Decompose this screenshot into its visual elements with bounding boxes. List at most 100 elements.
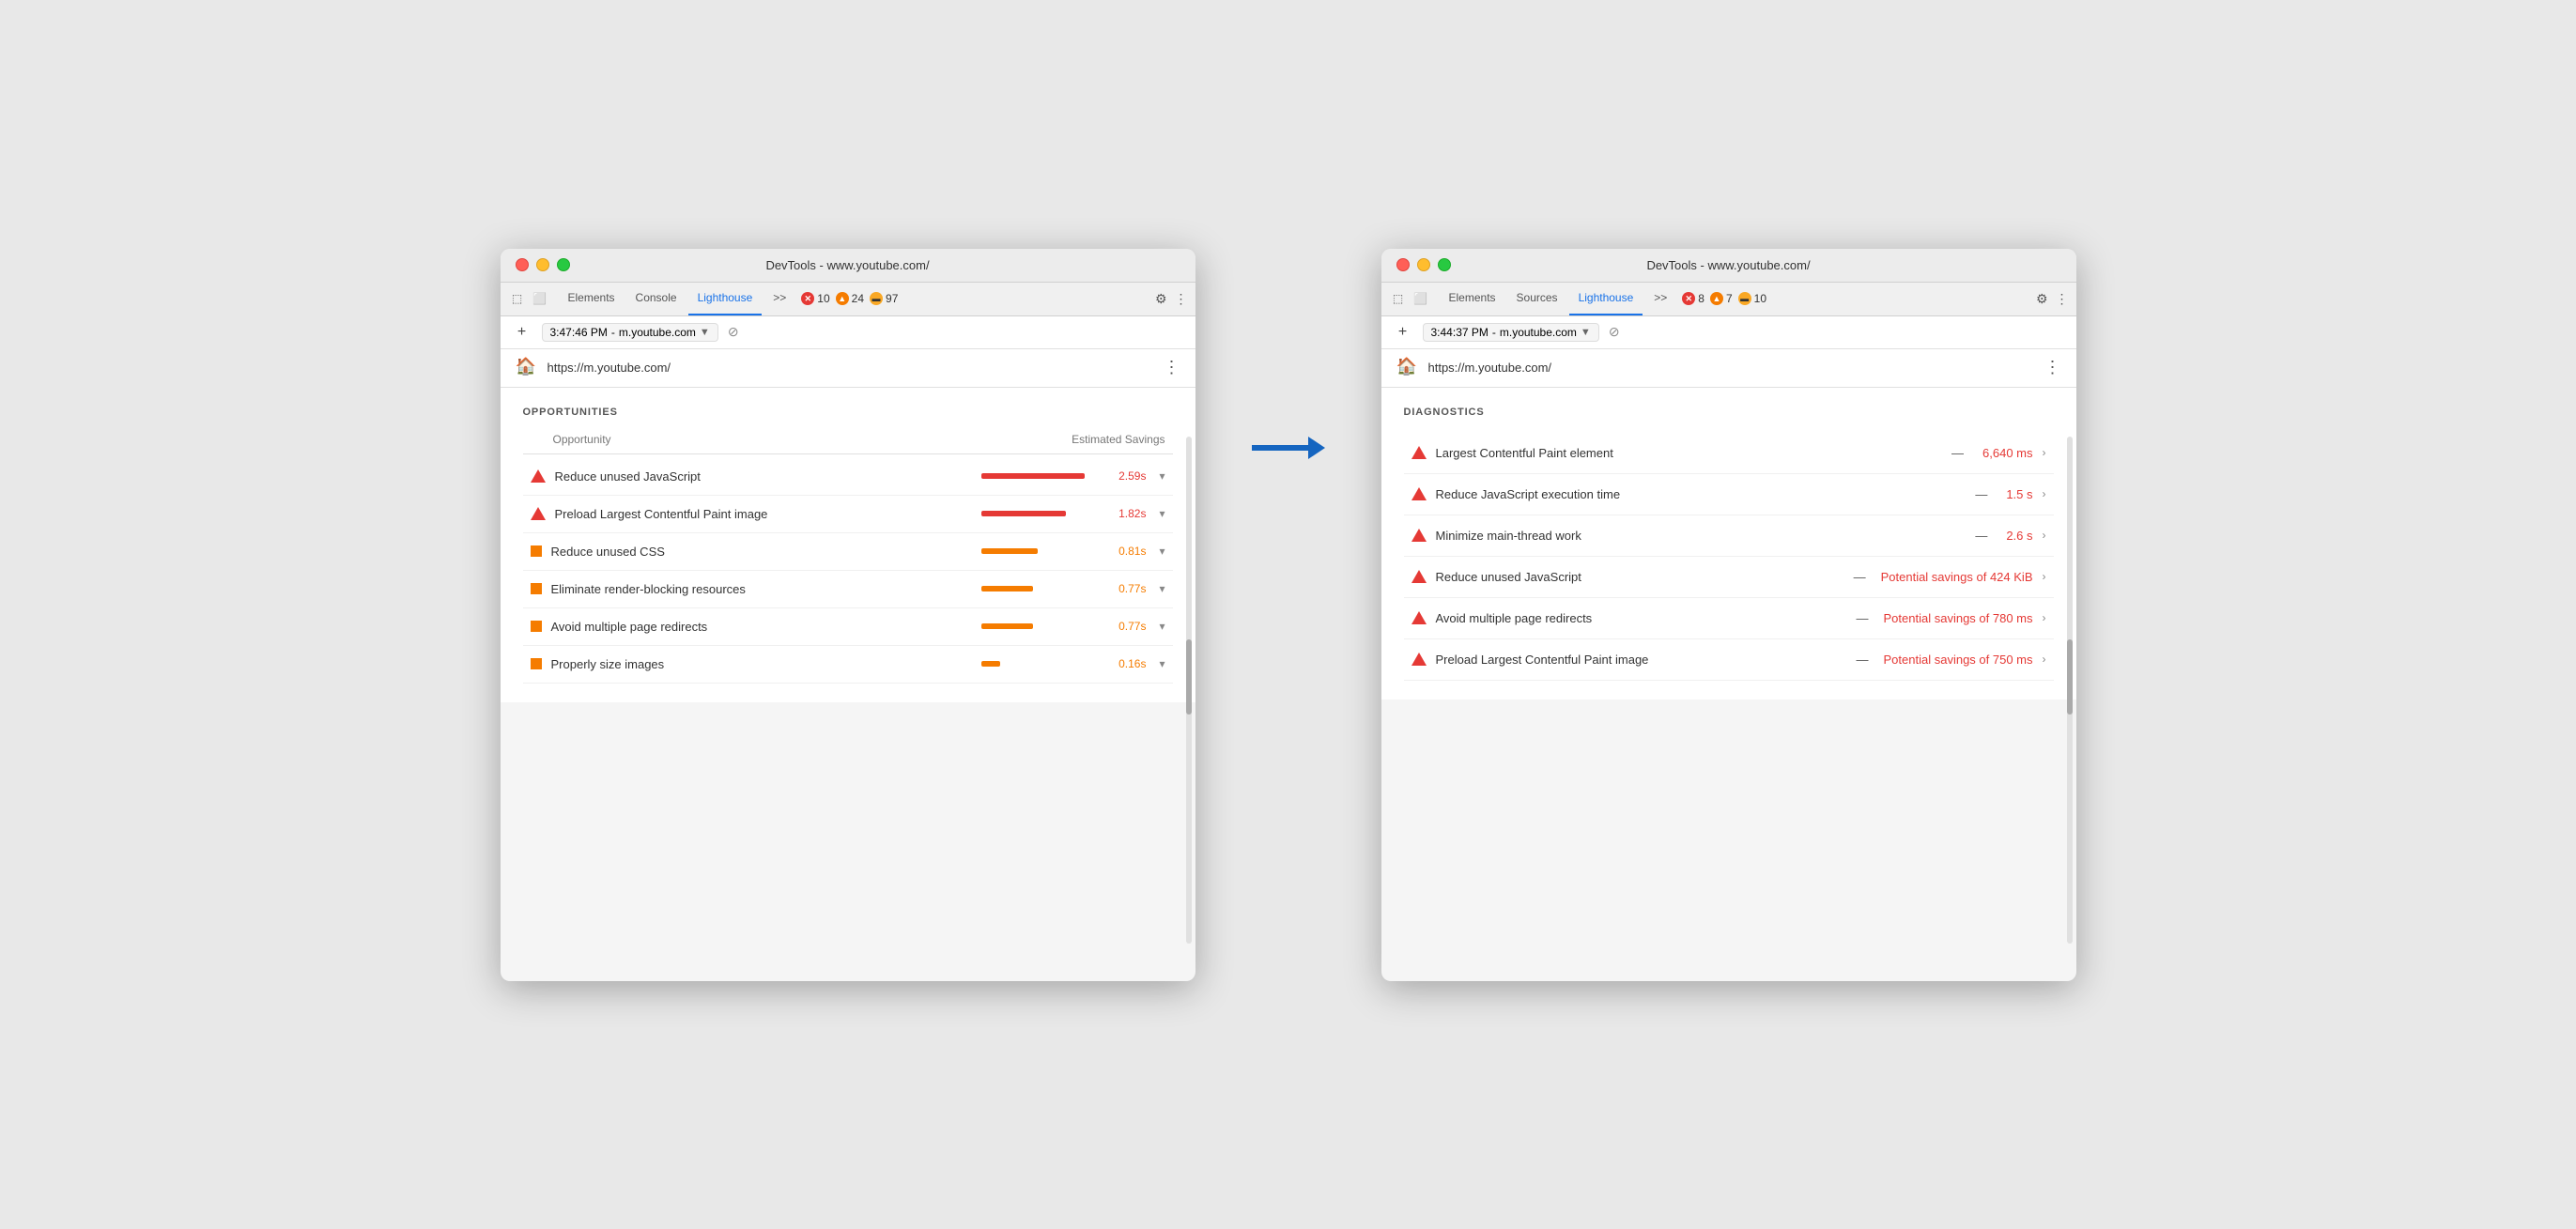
diag-row-1: Largest Contentful Paint element — 6,640… [1404, 433, 2054, 474]
diag-name-5: Avoid multiple page redirects [1436, 611, 1842, 625]
url-dropdown-right[interactable]: 3:44:37 PM - m.youtube.com ▼ [1423, 323, 1599, 342]
minimize-button-left[interactable] [536, 258, 549, 271]
diag-chevron-1[interactable]: › [2043, 446, 2046, 459]
savings-bar-2 [981, 511, 1066, 516]
orange-square-icon-5 [531, 621, 542, 632]
title-bar-left: DevTools - www.youtube.com/ [501, 249, 1195, 283]
scrollbar-right[interactable] [2067, 437, 2073, 944]
no-symbol-right[interactable]: ⊘ [1609, 324, 1620, 340]
bar-container-2 [981, 511, 1094, 516]
diag-value-2: 1.5 s [2006, 487, 2032, 501]
content-left: OPPORTUNITIES Opportunity Estimated Savi… [501, 388, 1195, 702]
add-button-right[interactable]: + [1393, 322, 1413, 343]
diag-savings-4: Potential savings of 424 KiB [1881, 570, 2033, 584]
orange-square-icon-4 [531, 583, 542, 594]
opp-savings-3: 0.81s [1103, 545, 1146, 558]
opp-name-6: Properly size images [551, 657, 973, 671]
scrollbar-left[interactable] [1186, 437, 1192, 944]
opp-savings-4: 0.77s [1103, 582, 1146, 595]
badge-errors-right: ✕ 8 [1682, 292, 1704, 305]
diag-name-1: Largest Contentful Paint element [1436, 446, 1937, 460]
cursor-icon-right[interactable]: ⬚ [1389, 289, 1408, 308]
cursor-icon[interactable]: ⬚ [508, 289, 527, 308]
red-triangle-icon-1 [531, 469, 546, 483]
col-opportunity: Opportunity [553, 433, 611, 446]
tab-elements-right[interactable]: Elements [1440, 283, 1505, 315]
column-headers-left: Opportunity Estimated Savings [523, 433, 1173, 454]
diag-savings-6: Potential savings of 750 ms [1884, 653, 2033, 667]
minimize-button-right[interactable] [1417, 258, 1430, 271]
chevron-5[interactable]: ▾ [1159, 620, 1165, 633]
diag-red-triangle-1 [1411, 446, 1427, 459]
bar-container-6 [981, 661, 1094, 667]
scrollbar-thumb-right[interactable] [2067, 639, 2073, 714]
opp-row-4: Eliminate render-blocking resources 0.77… [523, 571, 1173, 608]
error-icon-right: ✕ [1682, 292, 1695, 305]
badge-info-right: ▬ 10 [1738, 292, 1766, 305]
savings-bar-3 [981, 548, 1038, 554]
url-row-left: 🏠 https://m.youtube.com/ ⋮ [501, 349, 1195, 388]
tab-more-right[interactable]: >> [1644, 283, 1676, 315]
tab-sources-right[interactable]: Sources [1507, 283, 1567, 315]
chevron-1[interactable]: ▾ [1159, 469, 1165, 483]
diag-row-6: Preload Largest Contentful Paint image —… [1404, 639, 2054, 681]
maximize-button-right[interactable] [1438, 258, 1451, 271]
toolbar-right: + 3:44:37 PM - m.youtube.com ▼ ⊘ [1381, 316, 2076, 349]
opp-name-2: Preload Largest Contentful Paint image [555, 507, 973, 521]
badge-group-left: ✕ 10 ▲ 24 ▬ 97 [801, 292, 898, 305]
chevron-2[interactable]: ▾ [1159, 507, 1165, 520]
diag-value-1: 6,640 ms [1982, 446, 2032, 460]
chevron-4[interactable]: ▾ [1159, 582, 1165, 595]
opp-name-5: Avoid multiple page redirects [551, 620, 973, 634]
diag-row-2: Reduce JavaScript execution time — 1.5 s… [1404, 474, 2054, 515]
tab-bar-right-right: ⚙ ⋮ [2036, 291, 2069, 307]
more-menu-icon-right[interactable]: ⋮ [2056, 291, 2069, 307]
tab-elements-left[interactable]: Elements [559, 283, 625, 315]
opp-name-3: Reduce unused CSS [551, 545, 973, 559]
opp-row-1: Reduce unused JavaScript 2.59s ▾ [523, 458, 1173, 496]
url-more-btn-right[interactable]: ⋮ [2044, 358, 2061, 377]
device-icon-right[interactable]: ⬜ [1411, 289, 1430, 308]
diag-chevron-3[interactable]: › [2043, 529, 2046, 542]
opp-savings-1: 2.59s [1103, 469, 1146, 483]
chevron-3[interactable]: ▾ [1159, 545, 1165, 558]
diag-row-5: Avoid multiple page redirects — Potentia… [1404, 598, 2054, 639]
info-icon-right: ▬ [1738, 292, 1751, 305]
chevron-6[interactable]: ▾ [1159, 657, 1165, 670]
tab-more-left[interactable]: >> [764, 283, 795, 315]
close-button-right[interactable] [1396, 258, 1410, 271]
tab-lighthouse-right[interactable]: Lighthouse [1569, 283, 1643, 315]
url-dropdown-left[interactable]: 3:47:46 PM - m.youtube.com ▼ [542, 323, 718, 342]
opp-savings-5: 0.77s [1103, 620, 1146, 633]
add-button-left[interactable]: + [512, 322, 532, 343]
diag-red-triangle-2 [1411, 487, 1427, 500]
diag-name-2: Reduce JavaScript execution time [1436, 487, 1961, 501]
opp-name-1: Reduce unused JavaScript [555, 469, 973, 484]
bar-container-5 [981, 623, 1094, 629]
traffic-lights-right [1396, 258, 1451, 271]
diag-chevron-2[interactable]: › [2043, 487, 2046, 500]
url-row-right: 🏠 https://m.youtube.com/ ⋮ [1381, 349, 2076, 388]
diag-chevron-5[interactable]: › [2043, 611, 2046, 624]
close-button-left[interactable] [516, 258, 529, 271]
bar-container-4 [981, 586, 1094, 591]
scrollbar-thumb-left[interactable] [1186, 639, 1192, 714]
maximize-button-left[interactable] [557, 258, 570, 271]
diag-value-3: 2.6 s [2006, 529, 2032, 543]
tab-lighthouse-left[interactable]: Lighthouse [688, 283, 763, 315]
diag-chevron-6[interactable]: › [2043, 653, 2046, 666]
settings-icon-right[interactable]: ⚙ [2036, 291, 2048, 307]
red-triangle-icon-2 [531, 507, 546, 520]
settings-icon-left[interactable]: ⚙ [1155, 291, 1167, 307]
no-symbol-left[interactable]: ⊘ [728, 324, 739, 340]
opp-savings-6: 0.16s [1103, 657, 1146, 670]
device-icon[interactable]: ⬜ [531, 289, 549, 308]
savings-bar-4 [981, 586, 1033, 591]
section-title-right: DIAGNOSTICS [1404, 407, 2054, 418]
url-more-btn-left[interactable]: ⋮ [1164, 358, 1180, 377]
diag-chevron-4[interactable]: › [2043, 570, 2046, 583]
diag-red-triangle-5 [1411, 611, 1427, 624]
more-menu-icon-left[interactable]: ⋮ [1175, 291, 1188, 307]
warning-icon-left: ▲ [836, 292, 849, 305]
tab-console-left[interactable]: Console [626, 283, 686, 315]
